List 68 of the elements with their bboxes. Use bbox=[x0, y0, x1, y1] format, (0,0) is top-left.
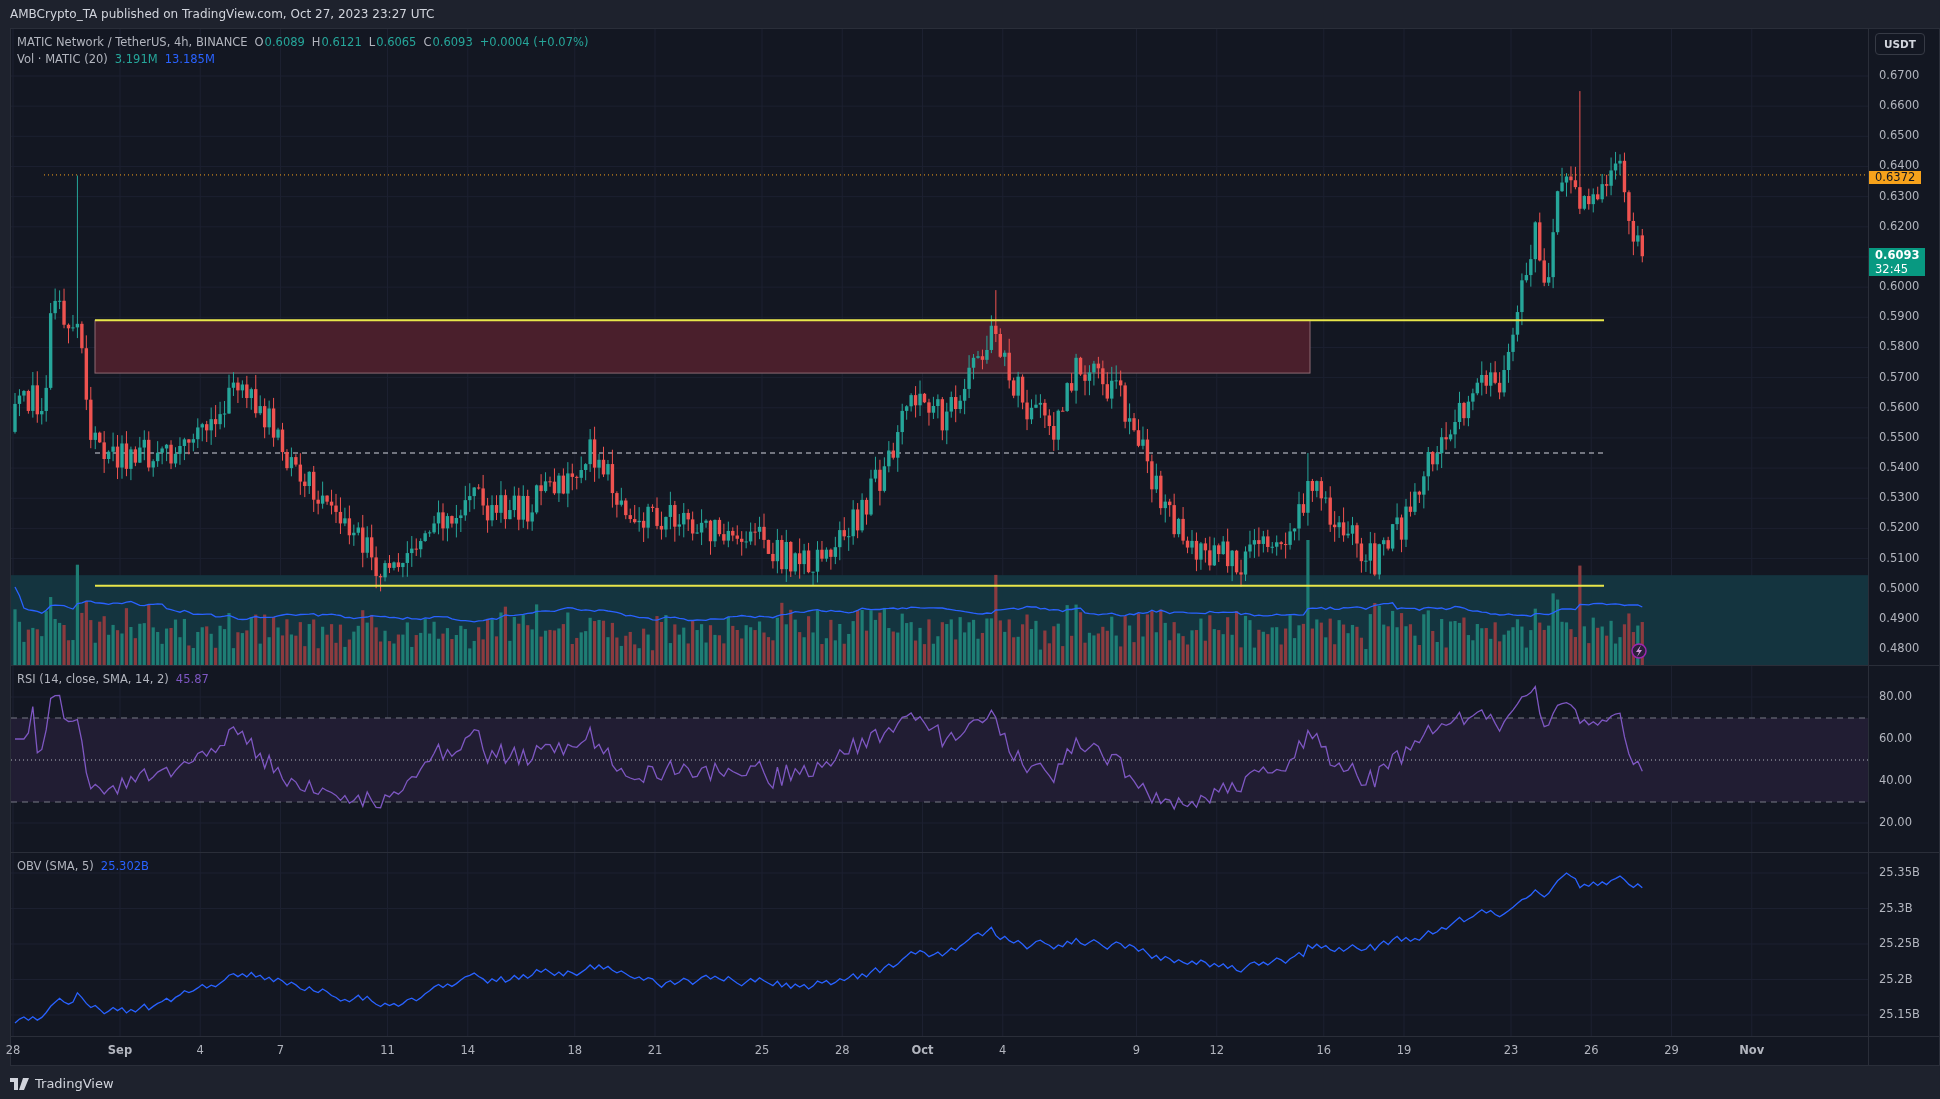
price-tick: 0.5000 bbox=[1879, 580, 1920, 595]
rsi-tick: 80.00 bbox=[1879, 689, 1912, 703]
price-tick: 0.5300 bbox=[1879, 490, 1920, 505]
price-tick: 0.6400 bbox=[1879, 158, 1920, 173]
rsi-tick: 20.00 bbox=[1879, 815, 1912, 829]
price-tick: 0.6700 bbox=[1879, 68, 1920, 82]
lightning-icon[interactable] bbox=[1631, 643, 1647, 659]
rsi-label: RSI (14, close, SMA, 14, 2) bbox=[17, 672, 169, 686]
date-label: 28 bbox=[5, 1043, 21, 1057]
publisher-line: AMBCrypto_TA published on TradingView.com, Oct 27, 2023 23:27 UTC bbox=[9, 6, 436, 23]
date-label: 11 bbox=[380, 1043, 395, 1057]
volume-label: Vol · MATIC (20) bbox=[17, 51, 108, 66]
logo-icon bbox=[10, 1077, 30, 1090]
date-label: 12 bbox=[1209, 1043, 1225, 1057]
date-label: 23 bbox=[1503, 1043, 1519, 1057]
price-tick: 0.5200 bbox=[1879, 520, 1920, 535]
date-label: 25 bbox=[754, 1043, 770, 1057]
date-label: 28 bbox=[834, 1043, 850, 1057]
date-label: Nov bbox=[1739, 1043, 1765, 1057]
date-label: 18 bbox=[567, 1043, 583, 1057]
price-tick: 0.5600 bbox=[1879, 399, 1920, 414]
brand-name: TradingView bbox=[35, 1076, 114, 1091]
volume-value: 3.191M bbox=[114, 51, 158, 66]
ohlc-value: H0.6121 bbox=[311, 34, 362, 49]
obv-tick: 25.25B bbox=[1879, 936, 1920, 950]
obv-label: OBV (SMA, 5) bbox=[17, 859, 94, 873]
date-label: 14 bbox=[460, 1043, 476, 1057]
rsi-tick: 60.00 bbox=[1879, 731, 1912, 745]
obv-tick: 25.2B bbox=[1879, 971, 1913, 986]
obv-tick: 25.3B bbox=[1879, 900, 1913, 915]
symbol-title: MATIC Network / TetherUS, 4h, BINANCE bbox=[17, 34, 248, 49]
rsi-value: 45.87 bbox=[175, 672, 209, 686]
date-label: 4 bbox=[999, 1043, 1007, 1057]
price-tick: 0.6500 bbox=[1879, 128, 1920, 143]
price-tick: 0.6200 bbox=[1879, 218, 1920, 233]
date-label: 4 bbox=[196, 1043, 204, 1057]
date-label: Sep bbox=[107, 1043, 133, 1057]
obv-tick: 25.35B bbox=[1879, 865, 1920, 879]
date-label: 29 bbox=[1664, 1043, 1679, 1057]
price-tick: 0.6300 bbox=[1879, 188, 1920, 203]
rsi-tick: 40.00 bbox=[1879, 773, 1912, 787]
price-tick: 0.6600 bbox=[1879, 98, 1920, 113]
ohlc-value: O0.6089 bbox=[254, 34, 305, 49]
price-change: +0.0004 (+0.07%) bbox=[479, 34, 589, 49]
price-tick: 0.5400 bbox=[1879, 460, 1920, 475]
ohlc-value: L0.6065 bbox=[368, 34, 417, 49]
date-label: 9 bbox=[1132, 1043, 1141, 1057]
price-tick: 0.5700 bbox=[1879, 369, 1920, 384]
price-tick: 0.4800 bbox=[1879, 641, 1920, 656]
obv-tick: 25.15B bbox=[1879, 1007, 1920, 1021]
date-label: 21 bbox=[647, 1043, 663, 1057]
last-price-label: 0.6093 32:45 bbox=[1869, 248, 1926, 277]
volume-value: 13.185M bbox=[164, 51, 215, 66]
price-tick: 0.5800 bbox=[1879, 339, 1920, 354]
date-label: 7 bbox=[276, 1043, 285, 1057]
date-label: 26 bbox=[1583, 1043, 1599, 1057]
price-tick: 0.6000 bbox=[1879, 279, 1920, 294]
ohlc-value: C0.6093 bbox=[423, 34, 473, 49]
currency-button[interactable]: USDT bbox=[1875, 33, 1925, 55]
date-label: 19 bbox=[1396, 1043, 1412, 1057]
price-tick: 0.5900 bbox=[1879, 309, 1920, 324]
price-tick: 0.5100 bbox=[1879, 550, 1920, 565]
price-tick: 0.4900 bbox=[1879, 610, 1920, 625]
date-label: Oct bbox=[911, 1043, 934, 1057]
price-tick: 0.5500 bbox=[1879, 429, 1920, 444]
price-level-label: 0.6372 bbox=[1869, 170, 1922, 184]
date-label: 16 bbox=[1316, 1043, 1332, 1057]
obv-value: 25.302B bbox=[100, 859, 149, 873]
